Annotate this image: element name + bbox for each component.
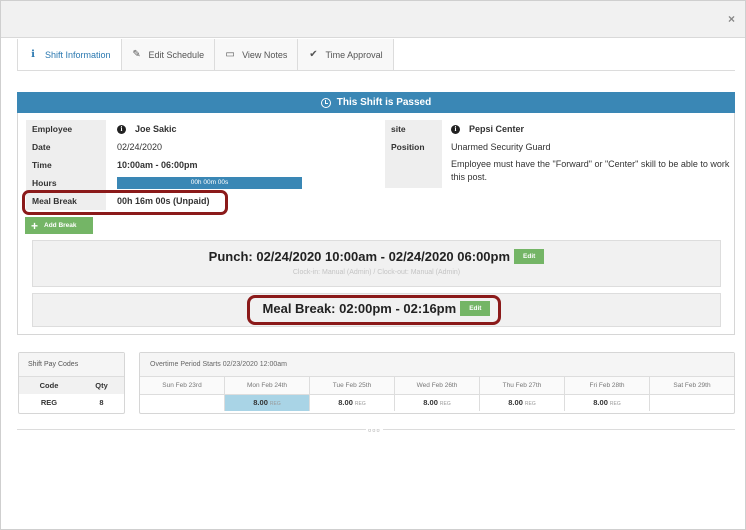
overtime-title: Overtime Period Starts 02/23/2020 12:00a…	[140, 353, 734, 377]
hours-value: 8.00	[423, 398, 438, 407]
unit-label: REG	[269, 401, 281, 407]
day-header: Tue Feb 25th	[310, 377, 395, 394]
tab-divider	[17, 70, 735, 71]
overtime-period: Overtime Period Starts 02/23/2020 12:00a…	[139, 352, 735, 414]
position-value: Unarmed Security Guard	[451, 142, 551, 152]
tab-label: Time Approval	[325, 49, 383, 60]
table-row: REG 8	[19, 394, 124, 411]
employee-value: i Joe Sakic	[117, 120, 177, 138]
hours-value: 8.00	[338, 398, 353, 407]
close-icon[interactable]: ×	[728, 12, 735, 26]
day-hours-cell: 8.00 REG	[480, 395, 565, 411]
employee-name: Joe Sakic	[135, 124, 177, 134]
meal-break-highlight	[247, 295, 501, 325]
date-label: Date	[26, 138, 106, 156]
info-icon: ℹ	[31, 49, 35, 60]
day-hours-cell: 8.00 REG	[565, 395, 650, 411]
site-value: i Pepsi Center	[451, 120, 524, 138]
tab-time-approval[interactable]: ✔ Time Approval	[298, 39, 394, 71]
pay-qty-cell: 8	[99, 398, 104, 407]
resize-handle[interactable]: ▫▫▫	[366, 425, 383, 435]
punch-title: Punch: 02/24/2020 10:00am - 02/24/2020 0…	[208, 249, 511, 264]
overtime-days-row: Sun Feb 23rd Mon Feb 24th Tue Feb 25th W…	[140, 377, 734, 395]
column-header: Code	[39, 381, 59, 390]
time-label: Time	[26, 156, 106, 174]
site-label: site	[385, 120, 442, 138]
employee-label: Employee	[26, 120, 106, 138]
tab-label: View Notes	[242, 49, 288, 60]
tab-label: Shift Information	[45, 49, 111, 60]
check-icon: ✔	[309, 49, 318, 60]
tab-label: Edit Schedule	[148, 49, 205, 60]
add-break-label: Add Break	[44, 222, 77, 229]
punch-clock-details: Clock-in: Manual (Admin) / Clock-out: Ma…	[292, 269, 461, 276]
day-hours-cell	[650, 395, 734, 411]
day-header: Wed Feb 26th	[395, 377, 480, 394]
day-header: Thu Feb 27th	[480, 377, 565, 394]
pay-codes-header-row: Code Qty	[19, 377, 124, 394]
info-icon[interactable]: i	[117, 124, 126, 134]
day-hours-cell: 8.00 REG	[225, 395, 310, 411]
day-header: Fri Feb 28th	[565, 377, 650, 394]
position-label: Position	[385, 138, 442, 188]
info-icon[interactable]: i	[451, 124, 460, 134]
modal-header: ×	[1, 1, 745, 38]
pay-code-cell: REG	[40, 398, 58, 407]
day-hours-cell: 8.00 REG	[395, 395, 480, 411]
tab-shift-information[interactable]: ℹ Shift Information	[17, 39, 122, 71]
shift-modal: × ℹ Shift Information ✎ Edit Schedule ▭ …	[0, 0, 746, 530]
hours-value: 8.00	[593, 398, 608, 407]
shift-pay-codes: Shift Pay Codes Code Qty REG 8	[18, 352, 125, 414]
meal-break-highlight	[22, 190, 228, 215]
punch-title-row: Punch: 02/24/2020 10:00am - 02/24/2020 0…	[33, 249, 720, 264]
day-header: Sun Feb 23rd	[140, 377, 225, 394]
tab-bar: ℹ Shift Information ✎ Edit Schedule ▭ Vi…	[17, 39, 394, 71]
hours-bar: 00h 00m 00s	[117, 177, 302, 189]
tab-edit-schedule[interactable]: ✎ Edit Schedule	[121, 39, 216, 71]
clock-icon	[320, 97, 331, 108]
day-header: Mon Feb 24th	[225, 377, 310, 394]
position-note: Employee must have the "Forward" or "Cen…	[451, 159, 730, 182]
banner-text: This Shift is Passed	[336, 97, 432, 108]
tab-view-notes[interactable]: ▭ View Notes	[215, 39, 299, 71]
hours-value: 8.00	[508, 398, 523, 407]
unit-label: REG	[609, 401, 621, 407]
plus-icon: +	[31, 218, 39, 233]
add-break-button[interactable]: + Add Break	[25, 217, 93, 234]
book-icon: ▭	[225, 49, 235, 60]
unit-label: REG	[439, 401, 451, 407]
overtime-values-row: 8.00 REG 8.00 REG 8.00 REG 8.00 REG 8.00 REG	[140, 395, 734, 411]
unit-label: REG	[354, 401, 366, 407]
pay-codes-title: Shift Pay Codes	[19, 353, 124, 377]
column-header: Qty	[95, 381, 108, 390]
day-hours-cell	[140, 395, 225, 411]
time-value: 10:00am - 06:00pm	[117, 160, 198, 170]
unit-label: REG	[524, 401, 536, 407]
hours-value: 8.00	[253, 398, 268, 407]
punch-well: Punch: 02/24/2020 10:00am - 02/24/2020 0…	[32, 240, 721, 287]
site-name: Pepsi Center	[469, 124, 525, 134]
shift-status-banner: This Shift is Passed	[17, 92, 735, 113]
pencil-icon: ✎	[132, 49, 141, 60]
date-value: 02/24/2020	[117, 142, 163, 152]
edit-punch-button[interactable]: Edit	[514, 249, 545, 264]
day-hours-cell: 8.00 REG	[310, 395, 395, 411]
day-header: Sat Feb 29th	[673, 382, 711, 389]
